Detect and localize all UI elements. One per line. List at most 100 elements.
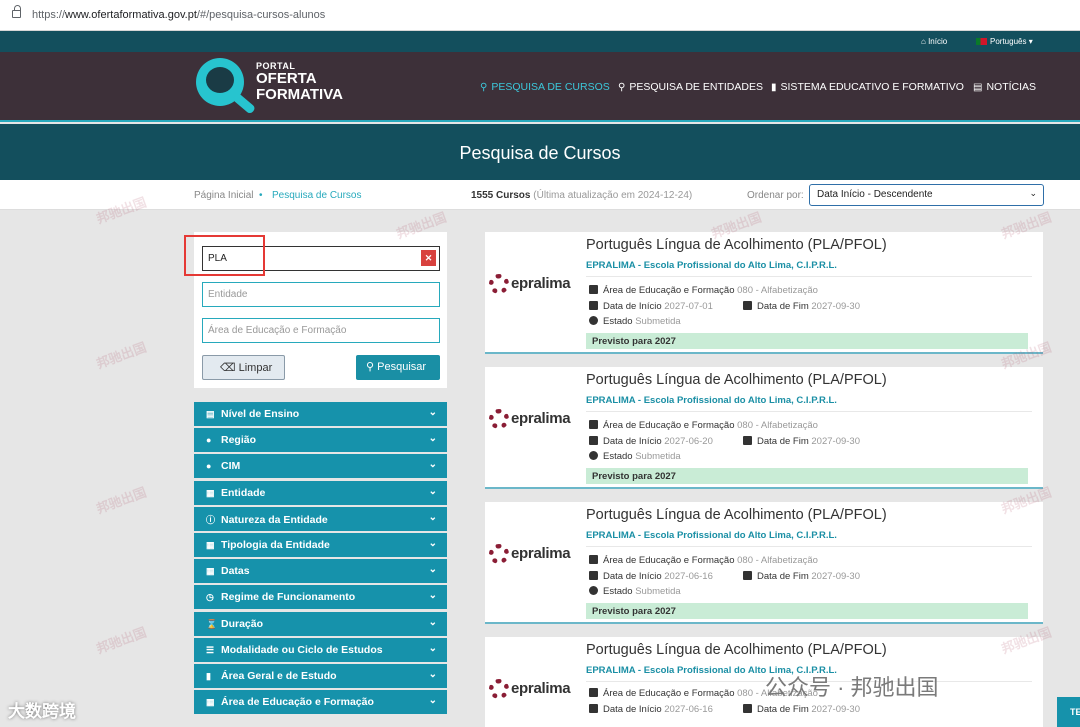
filter-regiao[interactable]: ● Região ⌄ bbox=[194, 428, 447, 453]
sort-label: Ordenar por: bbox=[747, 190, 804, 201]
filter-modalidade[interactable]: ☰ Modalidade ou Ciclo de Estudos ⌄ bbox=[194, 637, 447, 662]
epralima-logo-icon bbox=[489, 409, 509, 429]
browser-address-bar[interactable]: https://www.ofertaformativa.gov.pt/#/pes… bbox=[0, 0, 1080, 31]
filter-natureza-entidade[interactable]: ⓘ Natureza da Entidade ⌄ bbox=[194, 506, 447, 531]
filter-duracao[interactable]: ⌛ Duração ⌄ bbox=[194, 611, 447, 636]
entity-logo: epralima bbox=[489, 544, 571, 564]
breadcrumb-home[interactable]: Página Inicial bbox=[194, 190, 253, 201]
calendar-icon: ▦ bbox=[206, 566, 215, 577]
entity-logo: epralima bbox=[489, 274, 571, 294]
course-end: Data de Fim 2027-09-30 bbox=[743, 436, 860, 447]
course-card[interactable]: epralima Português Língua de Acolhimento… bbox=[485, 637, 1043, 727]
hourglass-icon: ⌛ bbox=[206, 618, 218, 629]
top-bar: ⌂ Início Português ▾ bbox=[0, 31, 1080, 52]
calendar-icon bbox=[743, 436, 752, 445]
clear-icon[interactable]: ✕ bbox=[421, 250, 436, 266]
watermark-bottom-right: 公众号 · 邦驰出国 bbox=[765, 675, 939, 700]
chevron-down-icon: ⌄ bbox=[428, 695, 437, 707]
clear-button[interactable]: ⌫ Limpar bbox=[202, 355, 285, 380]
nav-sistema-educativo[interactable]: ▮ SISTEMA EDUCATIVO E FORMATIVO bbox=[771, 81, 964, 93]
chevron-down-icon: ⌄ bbox=[428, 537, 437, 549]
eraser-icon: ⌫ bbox=[220, 362, 236, 374]
watermark: 邦驰出国 bbox=[94, 484, 149, 517]
course-card[interactable]: epralima Português Língua de Acolhimento… bbox=[485, 232, 1043, 354]
search-button[interactable]: ⚲ Pesquisar bbox=[356, 355, 440, 380]
calendar-icon bbox=[589, 436, 598, 445]
course-entity[interactable]: EPRALIMA - Escola Profissional do Alto L… bbox=[586, 395, 837, 406]
course-title[interactable]: Português Língua de Acolhimento (PLA/PFO… bbox=[586, 372, 887, 388]
results-count: 1555 Cursos (Última atualização em 2024-… bbox=[471, 190, 693, 201]
calendar-icon bbox=[743, 301, 752, 310]
clock-icon: ◷ bbox=[206, 592, 214, 603]
newspaper-icon: ▤ bbox=[973, 82, 983, 93]
entity-input[interactable]: Entidade bbox=[202, 282, 440, 307]
course-start: Data de Início 2027-06-20 bbox=[589, 436, 713, 447]
course-end: Data de Fim 2027-09-30 bbox=[743, 301, 860, 312]
filter-area-educacao[interactable]: ▦ Área de Educação e Formação ⌄ bbox=[194, 690, 447, 715]
search-icon: ⚲ bbox=[366, 361, 375, 373]
epralima-logo-icon bbox=[489, 544, 509, 564]
course-entity[interactable]: EPRALIMA - Escola Profissional do Alto L… bbox=[586, 260, 837, 271]
filter-entidade[interactable]: ▦ Entidade ⌄ bbox=[194, 480, 447, 505]
chevron-down-icon: ⌄ bbox=[428, 668, 437, 680]
grid-icon: ▦ bbox=[206, 697, 215, 708]
area-input[interactable]: Área de Educação e Formação bbox=[202, 318, 440, 343]
book-icon bbox=[589, 420, 598, 429]
nav-noticias[interactable]: ▤ NOTÍCIAS bbox=[973, 81, 1036, 93]
course-area: Área de Educação e Formação 080 - Alfabe… bbox=[589, 285, 818, 296]
lock-icon bbox=[12, 5, 21, 18]
info-icon bbox=[589, 316, 598, 325]
course-title[interactable]: Português Língua de Acolhimento (PLA/PFO… bbox=[586, 507, 887, 523]
book-icon bbox=[589, 555, 598, 564]
filter-tipologia-entidade[interactable]: ▦ Tipologia da Entidade ⌄ bbox=[194, 532, 447, 557]
chevron-down-icon: ⌄ bbox=[428, 564, 437, 576]
watermark-bottom-left: 大数跨境 bbox=[8, 702, 76, 721]
book-icon: ▮ bbox=[206, 670, 211, 681]
filter-nivel-ensino[interactable]: ▤ Nível de Ensino ⌄ bbox=[194, 402, 447, 426]
language-selector[interactable]: Português ▾ bbox=[976, 37, 1033, 46]
course-card[interactable]: epralima Português Língua de Acolhimento… bbox=[485, 367, 1043, 489]
watermark: 邦驰出国 bbox=[94, 624, 149, 657]
url-text[interactable]: https://www.ofertaformativa.gov.pt/#/pes… bbox=[32, 9, 325, 21]
course-end: Data de Fim 2027-09-30 bbox=[743, 704, 860, 715]
calendar-icon bbox=[589, 571, 598, 580]
corner-button[interactable]: TE bbox=[1057, 697, 1080, 727]
epralima-logo-icon bbox=[489, 274, 509, 294]
calendar-icon bbox=[589, 301, 598, 310]
filter-regime-funcionamento[interactable]: ◷ Regime de Funcionamento ⌄ bbox=[194, 585, 447, 610]
search-icon: ⚲ bbox=[480, 82, 488, 93]
nav-pesquisa-cursos[interactable]: ⚲ PESQUISA DE CURSOS bbox=[480, 81, 610, 93]
site-header: PORTAL OFERTA FORMATIVA ⚲ PESQUISA DE CURS… bbox=[0, 52, 1080, 122]
course-entity[interactable]: EPRALIMA - Escola Profissional do Alto L… bbox=[586, 530, 837, 541]
filter-datas[interactable]: ▦ Datas ⌄ bbox=[194, 559, 447, 584]
book-icon bbox=[589, 285, 598, 294]
filter-area-geral[interactable]: ▮ Área Geral e de Estudo ⌄ bbox=[194, 663, 447, 688]
course-title[interactable]: Português Língua de Acolhimento (PLA/PFO… bbox=[586, 642, 887, 658]
bar-chart-icon: ▤ bbox=[206, 409, 215, 419]
sort-select[interactable]: Data Início - Descendente ⌄ bbox=[809, 184, 1044, 206]
calendar-icon bbox=[589, 704, 598, 713]
breadcrumb-row: Página Inicial • Pesquisa de Cursos 1555… bbox=[0, 180, 1080, 210]
forecast-badge: Previsto para 2027 bbox=[586, 468, 1028, 484]
book-icon bbox=[589, 688, 598, 697]
course-start: Data de Início 2027-06-16 bbox=[589, 704, 713, 715]
nav-pesquisa-entidades[interactable]: ⚲ PESQUISA DE ENTIDADES bbox=[618, 81, 763, 93]
course-card[interactable]: epralima Português Língua de Acolhimento… bbox=[485, 502, 1043, 624]
home-link[interactable]: ⌂ Início bbox=[921, 37, 947, 46]
location-icon: ● bbox=[206, 461, 212, 472]
search-icon: ⚲ bbox=[618, 82, 626, 93]
building-icon: ▦ bbox=[206, 487, 215, 498]
course-start: Data de Início 2027-07-01 bbox=[589, 301, 713, 312]
info-icon bbox=[589, 451, 598, 460]
site-logo[interactable]: PORTAL OFERTA FORMATIVA bbox=[196, 55, 371, 119]
list-icon: ☰ bbox=[206, 644, 215, 655]
course-state: Estado Submetida bbox=[589, 451, 681, 462]
filter-cim[interactable]: ● CIM ⌄ bbox=[194, 454, 447, 479]
watermark: 邦驰出国 bbox=[94, 339, 149, 372]
breadcrumb-current[interactable]: Pesquisa de Cursos bbox=[272, 190, 362, 201]
map-pin-icon: ● bbox=[206, 435, 212, 446]
course-title[interactable]: Português Língua de Acolhimento (PLA/PFO… bbox=[586, 237, 887, 253]
chevron-down-icon: ⌄ bbox=[428, 590, 437, 602]
calendar-icon bbox=[743, 571, 752, 580]
calendar-icon bbox=[743, 704, 752, 713]
